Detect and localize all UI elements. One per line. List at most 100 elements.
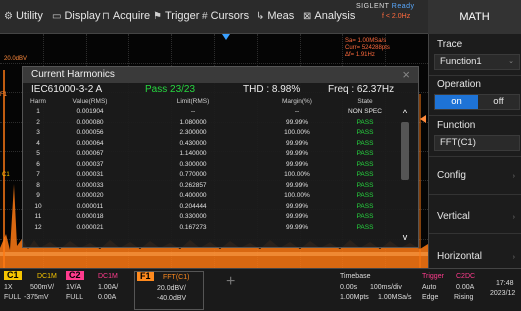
chevron-right-icon: › — [512, 254, 515, 261]
harmonics-table-body[interactable]: 1 0.001904 -- -- NON SPEC 2 0.000080 1.0… — [23, 108, 393, 242]
toggle-off[interactable]: off — [478, 95, 519, 109]
operation-toggle[interactable]: on off — [434, 94, 520, 110]
menu-meas[interactable]: ↳ Meas — [256, 10, 294, 22]
menu-label: Acquire — [112, 10, 151, 22]
menu-label: Cursors — [210, 10, 250, 22]
table-row[interactable]: 11 0.000018 0.330000 99.99% PASS — [23, 213, 393, 224]
c2-badge: C2 — [66, 271, 84, 280]
trace-select[interactable]: Function1 ⌄ — [434, 54, 520, 70]
acquire-icon: ⊓ — [102, 11, 110, 22]
c1-coupling: DC1M — [37, 273, 57, 280]
table-row[interactable]: 6 0.000037 0.300000 99.99% PASS — [23, 161, 393, 172]
cell-limit: 0.300000 — [179, 160, 207, 168]
c1-scale: 500mV/ — [30, 284, 55, 291]
trigger-info[interactable]: Trigger C2DC Auto 0.00A Edge Rising — [420, 271, 482, 310]
cell-harm: 11 — [34, 213, 42, 220]
table-row[interactable]: 9 0.000020 0.400000 100.00% PASS — [23, 192, 393, 203]
table-row[interactable]: 2 0.000080 1.080000 99.99% PASS — [23, 119, 393, 130]
menu-label: Trigger — [164, 10, 200, 22]
timebase-scale: 100ms/div — [370, 284, 402, 291]
chevron-down-icon: ⌄ — [508, 58, 514, 65]
cell-value: 0.000018 — [76, 213, 104, 220]
menu-cursors[interactable]: # Cursors — [202, 10, 249, 22]
f1-scale: 20.0dBV/ — [157, 285, 186, 292]
timebase-info[interactable]: Timebase 0.00s 100ms/div 1.00Mpts 1.00MS… — [338, 271, 420, 310]
table-row[interactable]: 12 0.000021 0.167273 99.99% PASS — [23, 224, 393, 235]
table-row[interactable]: 5 0.000067 1.140000 99.99% PASS — [23, 150, 393, 161]
cell-value: 0.000080 — [76, 118, 104, 126]
table-row[interactable]: 4 0.000064 0.430000 99.99% PASS — [23, 140, 393, 151]
menu-utility[interactable]: ⚙ Utility — [4, 10, 43, 22]
scroll-down-icon[interactable]: v — [398, 232, 412, 242]
menu-trigger[interactable]: ⚑ Trigger — [153, 10, 199, 22]
c2-offset: 0.00A — [98, 294, 117, 301]
scroll-up-icon[interactable]: ^ — [398, 108, 412, 118]
cell-state: PASS — [356, 223, 374, 231]
header-state: State — [357, 98, 373, 105]
cell-limit: 0.400000 — [179, 192, 207, 199]
menu-label: Meas — [267, 10, 295, 22]
flag-icon: ⚑ — [153, 11, 162, 22]
header-value: Value(RMS) — [72, 98, 108, 105]
horizontal-button[interactable]: Horizontal — [437, 251, 482, 262]
c2-coupling: DC1M — [98, 273, 118, 280]
function-select[interactable]: FFT(C1) — [434, 135, 520, 151]
c1-bandwidth: FULL — [4, 294, 22, 301]
close-icon[interactable]: × — [402, 67, 410, 82]
table-row[interactable]: 8 0.000033 0.262857 99.99% PASS — [23, 182, 393, 193]
c2-probe-info[interactable]: C2 1V/A FULL — [66, 271, 98, 310]
toggle-on[interactable]: on — [435, 95, 478, 109]
measure-icon: ↳ — [256, 11, 265, 22]
add-channel[interactable]: + — [214, 271, 254, 310]
trigger-position-marker[interactable] — [222, 34, 230, 40]
cell-value: 0.000031 — [76, 171, 104, 178]
cell-harm: 10 — [34, 202, 42, 210]
c2-channel-info[interactable]: DC1M 1.00A/ 0.00A — [98, 271, 132, 310]
f1-badge: F1 — [137, 272, 154, 281]
cell-state: PASS — [356, 202, 374, 210]
cell-limit: 0.204444 — [179, 202, 207, 210]
sample-rate: Sa= 1.00MSa/s — [345, 38, 387, 44]
menu-acquire[interactable]: ⊓ Acquire — [102, 10, 150, 22]
run-status: Ready — [391, 3, 415, 10]
f1-offset-marker[interactable]: F1 — [0, 92, 7, 98]
f1-function-info[interactable]: F1 FFT(C1) 20.0dBV/ -40.0dBV — [134, 271, 204, 310]
vertical-button[interactable]: Vertical — [437, 211, 470, 222]
config-button[interactable]: Config — [437, 170, 466, 181]
table-row[interactable]: 7 0.000031 0.770000 100.00% PASS — [23, 171, 393, 182]
dialog-header[interactable]: Current Harmonics × — [23, 67, 418, 83]
trigger-level-marker[interactable] — [420, 115, 426, 123]
table-row[interactable]: 3 0.000056 2.300000 100.00% PASS — [23, 129, 393, 140]
clock: 17:48 2023/12 — [486, 271, 521, 310]
table-scrollbar[interactable]: ^ v — [398, 108, 412, 244]
clock-date: 2023/12 — [490, 290, 516, 297]
divider — [429, 115, 521, 116]
cell-value: 0.000021 — [76, 223, 104, 231]
summary-row: IEC61000-3-2 A Pass 23/23 THD : 8.98% Fr… — [23, 84, 418, 97]
c1-channel-info[interactable]: C1 DC1M 1X 500mV/ FULL -375mV — [2, 271, 64, 310]
scroll-thumb[interactable] — [401, 122, 409, 180]
analysis-icon: ⊠ — [303, 11, 312, 22]
menu-analysis[interactable]: ⊠ Analysis — [303, 10, 355, 22]
trigger-source: C2DC — [456, 273, 476, 280]
table-row[interactable]: 10 0.000011 0.204444 99.99% PASS — [23, 203, 393, 214]
cell-harm: 2 — [36, 118, 40, 126]
c1-offset: -375mV — [24, 294, 49, 301]
sample-rate: 1.00MSa/s — [378, 294, 412, 301]
trigger-level: 0.00A — [456, 284, 475, 291]
cell-harm: 3 — [36, 129, 40, 136]
c1-offset-marker[interactable]: C1 — [2, 172, 10, 178]
cell-state: PASS — [356, 192, 374, 199]
cell-limit: 1.080000 — [179, 118, 207, 126]
menu-display[interactable]: ▭ Display — [52, 10, 101, 22]
cell-value: 0.000011 — [76, 202, 104, 210]
cell-value: 0.000033 — [76, 181, 104, 189]
gear-icon: ⚙ — [4, 11, 13, 22]
sample-points: Curr= 524288pts — [345, 45, 390, 51]
cell-limit: 0.770000 — [179, 171, 207, 178]
divider — [429, 194, 521, 195]
table-row[interactable]: 1 0.001904 -- -- NON SPEC — [23, 108, 393, 119]
menu-label: Analysis — [314, 10, 356, 22]
cell-harm: 5 — [36, 150, 40, 157]
divider — [429, 233, 521, 234]
